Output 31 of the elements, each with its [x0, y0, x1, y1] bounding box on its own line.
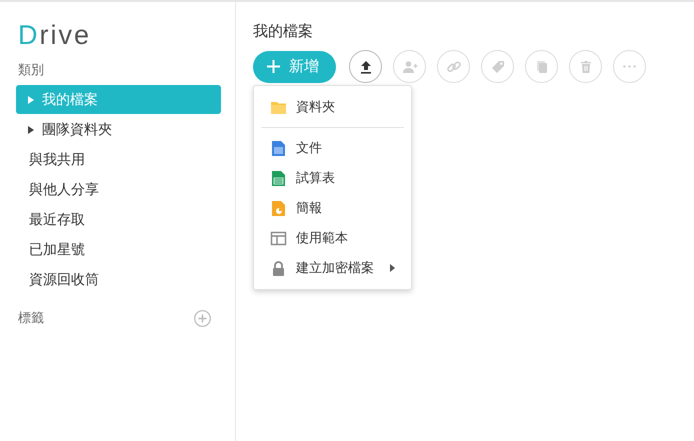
menu-item[interactable]: 試算表 [254, 163, 411, 193]
sidebar-item[interactable]: 團隊資料夾 [16, 115, 221, 144]
menu-item[interactable]: 簡報 [254, 193, 411, 223]
lock-icon [270, 260, 287, 276]
submenu-caret-icon [390, 264, 395, 272]
section-heading: 類別 [18, 61, 44, 79]
document-icon [270, 140, 287, 156]
sidebar-item[interactable]: 已加星號 [16, 235, 221, 264]
sidebar-item[interactable]: 與他人分享 [16, 175, 221, 204]
link-icon [446, 58, 462, 74]
caret-icon [28, 96, 34, 104]
toolbar-button[interactable] [349, 50, 382, 83]
page-title: 我的檔案 [253, 22, 313, 41]
sidebar-item[interactable]: 最近存取 [16, 205, 221, 234]
spreadsheet-icon [270, 170, 287, 186]
caret-icon [28, 126, 34, 134]
template-icon [270, 230, 287, 246]
add-person-icon [402, 58, 418, 74]
section-heading: 標籤 [18, 309, 44, 327]
menu-item[interactable]: 文件 [254, 133, 411, 163]
presentation-icon [270, 200, 287, 216]
tag-icon [490, 58, 506, 74]
sidebar-item[interactable]: 資源回收筒 [16, 265, 221, 294]
menu-item[interactable]: 資料夾 [254, 92, 411, 122]
logo: Drive [18, 20, 92, 51]
plus-icon [267, 60, 280, 73]
add-icon[interactable] [194, 310, 211, 326]
menu-item[interactable]: 使用範本 [254, 223, 411, 253]
sidebar-item[interactable]: 與我共用 [16, 145, 221, 174]
more-icon [623, 65, 636, 68]
menu-item[interactable]: 建立加密檔案 [254, 253, 411, 283]
